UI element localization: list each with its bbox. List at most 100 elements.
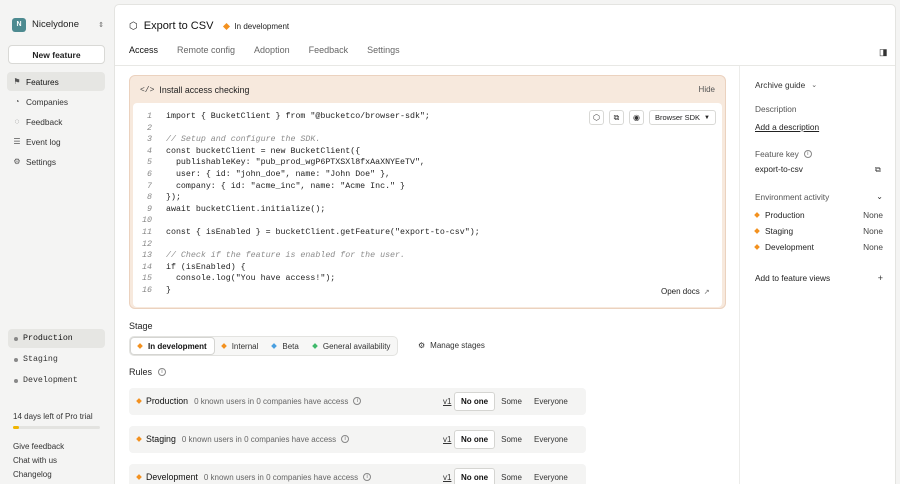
stage-diamond-icon bbox=[312, 343, 318, 349]
hide-button[interactable]: Hide bbox=[699, 85, 715, 94]
chevron-down-icon: ▼ bbox=[704, 114, 710, 121]
env-activity-row: Staging None bbox=[754, 225, 883, 237]
stage-diamond-icon bbox=[223, 22, 231, 30]
sidebar-item-label: Features bbox=[26, 76, 59, 87]
some-button[interactable]: Some bbox=[495, 392, 528, 411]
stage-label-text: General availability bbox=[322, 341, 391, 351]
info-icon[interactable]: i bbox=[341, 435, 350, 443]
env-diamond-icon bbox=[754, 212, 760, 218]
code-line: 6 user: { id: "john_doe", name: "John Do… bbox=[133, 169, 573, 181]
stage-label-text: Internal bbox=[231, 341, 259, 351]
line-number: 12 bbox=[142, 239, 152, 249]
cube-toolbar-icon[interactable]: ⬡ bbox=[589, 110, 604, 125]
info-icon[interactable]: i bbox=[158, 368, 167, 376]
manage-stages-button[interactable]: ⚙ Manage stages bbox=[418, 341, 485, 350]
rule-env: Production 0 known users in 0 companies … bbox=[136, 396, 362, 406]
env-item-production[interactable]: Production bbox=[8, 329, 105, 348]
tab-remote-config[interactable]: Remote config bbox=[177, 45, 235, 64]
chevron-down-icon[interactable]: ⌄ bbox=[876, 192, 883, 201]
some-button[interactable]: Some bbox=[495, 468, 528, 484]
tab-feedback[interactable]: Feedback bbox=[309, 45, 349, 64]
rule-env: Staging 0 known users in 0 companies hav… bbox=[136, 434, 350, 444]
org-switcher[interactable]: N Nicelydone ⇕ bbox=[12, 16, 104, 33]
info-icon[interactable]: i bbox=[363, 473, 372, 481]
no-one-button[interactable]: No one bbox=[454, 430, 496, 449]
rule-version-link[interactable]: v1 bbox=[443, 473, 451, 482]
changelog-link[interactable]: Changelog bbox=[13, 470, 64, 484]
sidebar-item-label: Event log bbox=[26, 136, 61, 147]
copy-icon[interactable]: ⧉ bbox=[609, 110, 624, 125]
some-button[interactable]: Some bbox=[495, 430, 528, 449]
tab-settings[interactable]: Settings bbox=[367, 45, 400, 64]
trial-progress-fill bbox=[13, 426, 20, 429]
sidebar-item-label: Companies bbox=[26, 96, 68, 107]
rule-version-link[interactable]: v1 bbox=[443, 435, 451, 444]
code-line-text: publishableKey: "pub_prod_wgP6PTXSXl8fxA… bbox=[166, 158, 425, 168]
sidebar-item-companies[interactable]: ◔ Companies bbox=[7, 92, 105, 111]
env-activity-env: Production bbox=[765, 210, 805, 220]
rule-description: 0 known users in 0 companies have access bbox=[181, 434, 337, 444]
stage-label-text: In development bbox=[148, 341, 207, 351]
open-docs-link[interactable]: Open docs ↗ bbox=[661, 287, 710, 296]
rule-env-label: Development bbox=[146, 472, 198, 482]
chevron-down-icon: ⌄ bbox=[811, 82, 818, 89]
add-to-feature-views-button[interactable]: Add to feature views + bbox=[755, 273, 883, 283]
give-feedback-link[interactable]: Give feedback bbox=[13, 442, 64, 456]
new-feature-button[interactable]: New feature bbox=[8, 45, 105, 64]
everyone-button[interactable]: Everyone bbox=[528, 468, 574, 484]
no-one-button[interactable]: No one bbox=[454, 468, 496, 484]
code-line: 11 const { isEnabled } = bucketClient.get… bbox=[133, 227, 573, 239]
code-snippet: 1 import { BucketClient } from "@bucketco… bbox=[133, 103, 722, 307]
ai-icon[interactable]: ◉ bbox=[629, 110, 644, 125]
env-item-development[interactable]: Development bbox=[8, 371, 105, 390]
everyone-button[interactable]: Everyone bbox=[528, 430, 574, 449]
code-line-text: // Check if the feature is enabled for t… bbox=[166, 251, 405, 261]
org-avatar: N bbox=[12, 17, 26, 32]
info-icon[interactable]: i bbox=[353, 397, 362, 405]
code-line: 3 // Setup and configure the SDK. bbox=[133, 134, 573, 146]
stage-in-development[interactable]: In development bbox=[130, 337, 215, 355]
env-activity-row: Production None bbox=[754, 209, 883, 221]
code-icon: </> bbox=[140, 85, 155, 95]
stage-diamond-icon bbox=[271, 343, 278, 349]
stage-beta[interactable]: Beta bbox=[265, 337, 305, 355]
code-line-text: const bucketClient = new BucketClient({ bbox=[166, 146, 361, 156]
code-line: 14 if (isEnabled) { bbox=[133, 262, 573, 274]
chat-with-us-link[interactable]: Chat with us bbox=[13, 456, 64, 470]
line-number: 15 bbox=[142, 274, 152, 284]
code-line: 16} bbox=[133, 285, 573, 297]
archive-guide-button[interactable]: Archive guide ⌄ bbox=[755, 80, 817, 90]
code-line-text: user: { id: "john_doe", name: "John Doe"… bbox=[166, 169, 391, 179]
no-one-button[interactable]: No one bbox=[454, 392, 496, 411]
stage-selector: In development Internal Beta General ava… bbox=[129, 336, 399, 356]
page-title: Export to CSV bbox=[143, 20, 214, 32]
info-icon[interactable]: i bbox=[803, 150, 812, 158]
line-number: 3 bbox=[147, 135, 152, 145]
external-link-icon: ↗ bbox=[703, 289, 710, 296]
everyone-button[interactable]: Everyone bbox=[528, 392, 574, 411]
env-item-staging[interactable]: Staging bbox=[8, 350, 105, 369]
stage-internal[interactable]: Internal bbox=[215, 337, 266, 355]
status-badge[interactable]: In development bbox=[223, 22, 289, 31]
rule-version-link[interactable]: v1 bbox=[443, 397, 451, 406]
line-number: 9 bbox=[147, 204, 152, 214]
trial-progress-bar bbox=[13, 426, 100, 429]
stage-general-availability[interactable]: General availability bbox=[306, 337, 398, 355]
sidebar-toggle-icon[interactable]: ◨ bbox=[879, 47, 888, 58]
install-header: </> Install access checking bbox=[140, 85, 249, 95]
tab-adoption[interactable]: Adoption bbox=[254, 45, 290, 64]
tab-access[interactable]: Access bbox=[129, 45, 158, 64]
sidebar-item-features[interactable]: ⚑ Features bbox=[7, 72, 105, 91]
code-line: 9 await bucketClient.initialize(); bbox=[133, 204, 573, 216]
sidebar-item-settings[interactable]: ⚙ Settings bbox=[7, 152, 105, 171]
env-activity-value: None bbox=[863, 242, 883, 252]
sidebar-item-event-log[interactable]: ☰ Event log bbox=[7, 132, 105, 151]
copy-icon[interactable]: ⧉ bbox=[875, 165, 881, 175]
line-number: 11 bbox=[142, 227, 152, 237]
sdk-select-value: Browser SDK bbox=[655, 113, 701, 122]
sdk-select[interactable]: Browser SDK ▼ bbox=[649, 110, 716, 125]
add-description-link[interactable]: Add a description bbox=[755, 122, 819, 132]
chevron-updown-icon: ⇕ bbox=[98, 21, 104, 29]
trial-text: 14 days left of Pro trial bbox=[13, 412, 93, 421]
sidebar-item-feedback[interactable]: ◌ Feedback bbox=[7, 112, 105, 131]
